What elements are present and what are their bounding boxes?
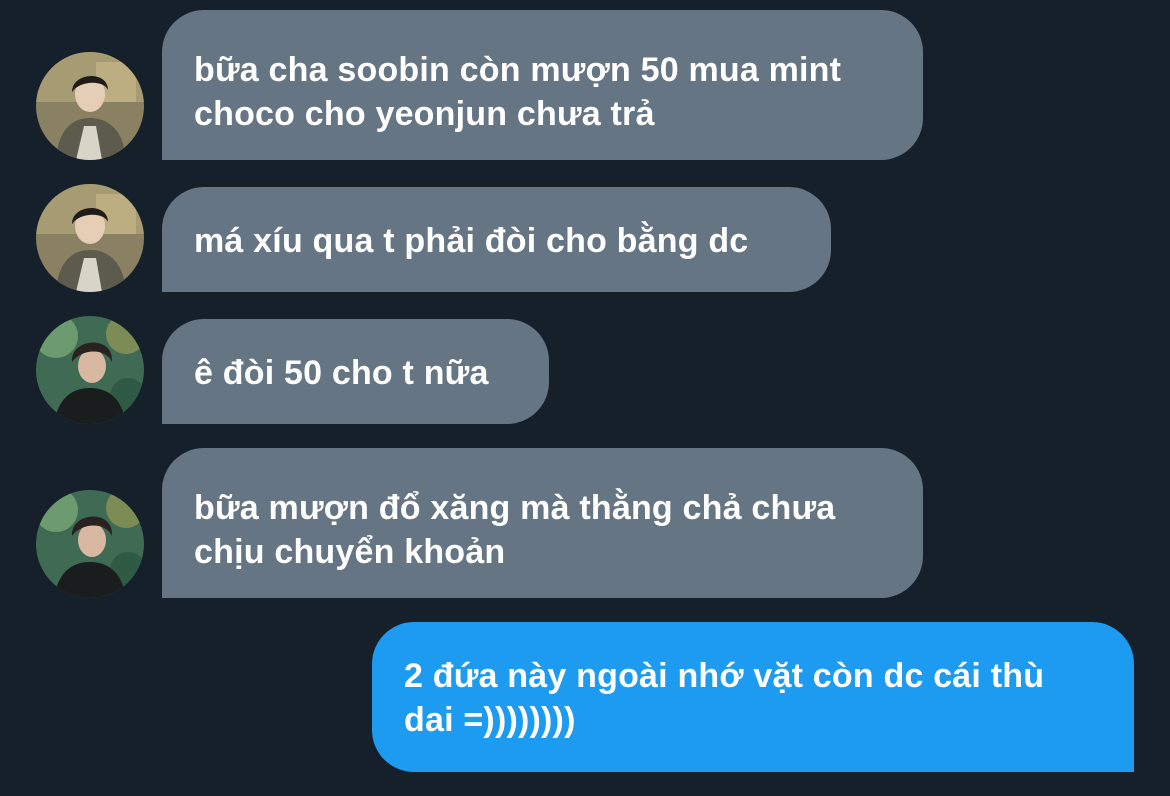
sender-avatar[interactable] bbox=[36, 316, 144, 424]
profile-photo-icon bbox=[36, 184, 144, 292]
incoming-message-bubble[interactable]: bữa mượn đổ xăng mà thằng chả chưa chịu … bbox=[162, 448, 923, 598]
profile-photo-icon bbox=[36, 316, 144, 424]
message-text: bữa cha soobin còn mượn 50 mua mint choc… bbox=[194, 51, 842, 133]
message-text: 2 đứa này ngoài nhớ vặt còn dc cái thù d… bbox=[404, 657, 1045, 739]
outgoing-message-bubble[interactable]: 2 đứa này ngoài nhớ vặt còn dc cái thù d… bbox=[372, 622, 1134, 772]
incoming-message-bubble[interactable]: ê đòi 50 cho t nữa bbox=[162, 319, 549, 424]
profile-photo-icon bbox=[36, 52, 144, 160]
incoming-message-bubble[interactable]: má xíu qua t phải đòi cho bằng dc bbox=[162, 187, 831, 292]
sender-avatar[interactable] bbox=[36, 490, 144, 598]
message-text: ê đòi 50 cho t nữa bbox=[194, 354, 489, 392]
profile-photo-icon bbox=[36, 490, 144, 598]
sender-avatar[interactable] bbox=[36, 52, 144, 160]
conversation-thread: bữa cha soobin còn mượn 50 mua mint choc… bbox=[0, 0, 1170, 796]
sender-avatar[interactable] bbox=[36, 184, 144, 292]
message-text: má xíu qua t phải đòi cho bằng dc bbox=[194, 222, 749, 260]
incoming-message-bubble[interactable]: bữa cha soobin còn mượn 50 mua mint choc… bbox=[162, 10, 923, 160]
message-text: bữa mượn đổ xăng mà thằng chả chưa chịu … bbox=[194, 489, 836, 571]
